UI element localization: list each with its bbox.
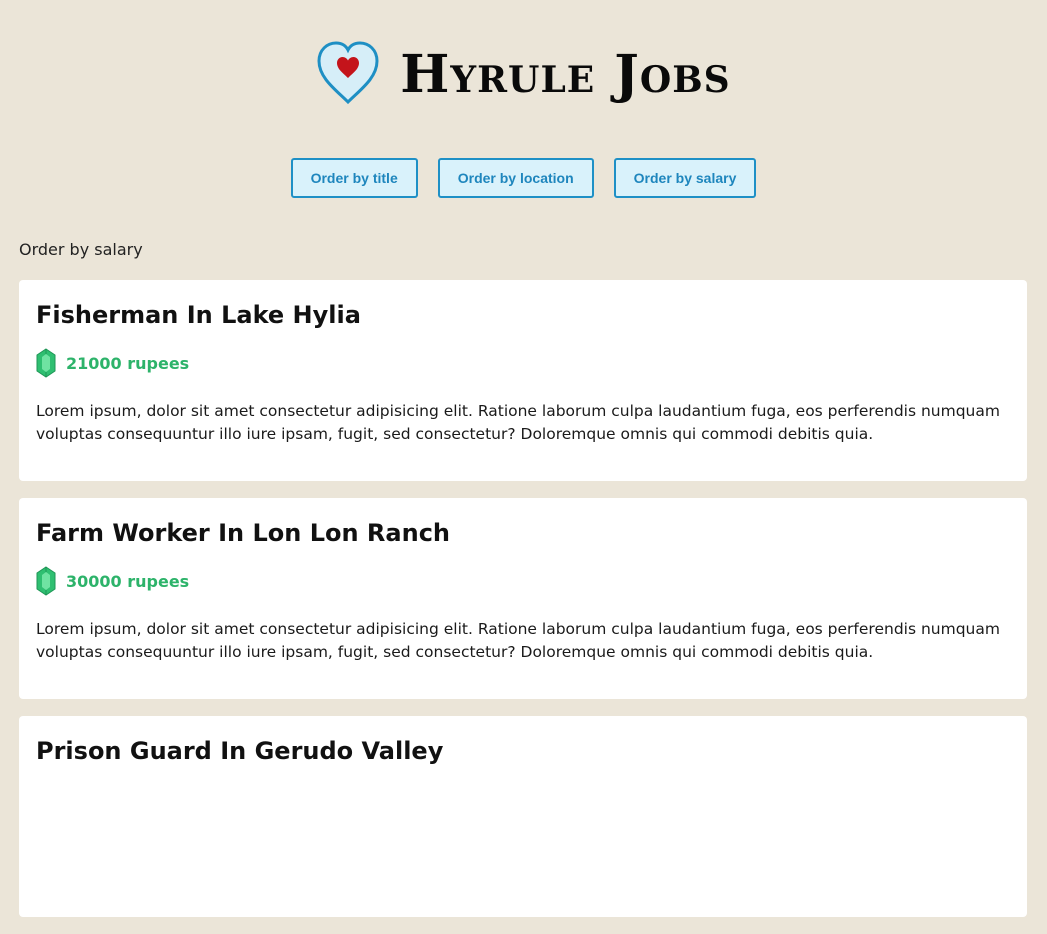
job-salary: 30000 rupees: [36, 566, 1010, 596]
job-salary: 21000 rupees: [36, 348, 1010, 378]
rupee-icon: [36, 348, 56, 378]
job-title: Fisherman In Lake Hylia: [36, 301, 361, 329]
job-description: Lorem ipsum, dolor sit amet consectetur …: [36, 620, 1000, 661]
rupee-icon: [36, 566, 56, 596]
salary-text: 30000 rupees: [66, 571, 190, 591]
heart-icon: [317, 41, 379, 105]
job-title: Prison Guard In Gerudo Valley: [36, 737, 444, 765]
job-list: Fisherman In Lake Hylia 21000 rupees Lor…: [19, 280, 1027, 934]
sort-controls: Order by title Order by location Order b…: [0, 158, 1047, 198]
job-description: Lorem ipsum, dolor sit amet consectetur …: [36, 402, 1000, 443]
salary-text: 21000 rupees: [66, 353, 190, 373]
order-by-salary-button[interactable]: Order by salary: [613, 158, 757, 198]
order-by-location-button[interactable]: Order by location: [437, 158, 594, 198]
job-card: Prison Guard In Gerudo Valley: [19, 716, 1027, 917]
job-card: Fisherman In Lake Hylia 21000 rupees Lor…: [19, 280, 1027, 481]
job-card: Farm Worker In Lon Lon Ranch 30000 rupee…: [19, 498, 1027, 699]
site-header: Hyrule Jobs: [0, 40, 1047, 110]
current-order-label: Order by salary: [19, 240, 143, 259]
order-by-title-button[interactable]: Order by title: [290, 158, 418, 198]
job-title: Farm Worker In Lon Lon Ranch: [36, 519, 450, 547]
site-title: Hyrule Jobs: [400, 44, 731, 105]
